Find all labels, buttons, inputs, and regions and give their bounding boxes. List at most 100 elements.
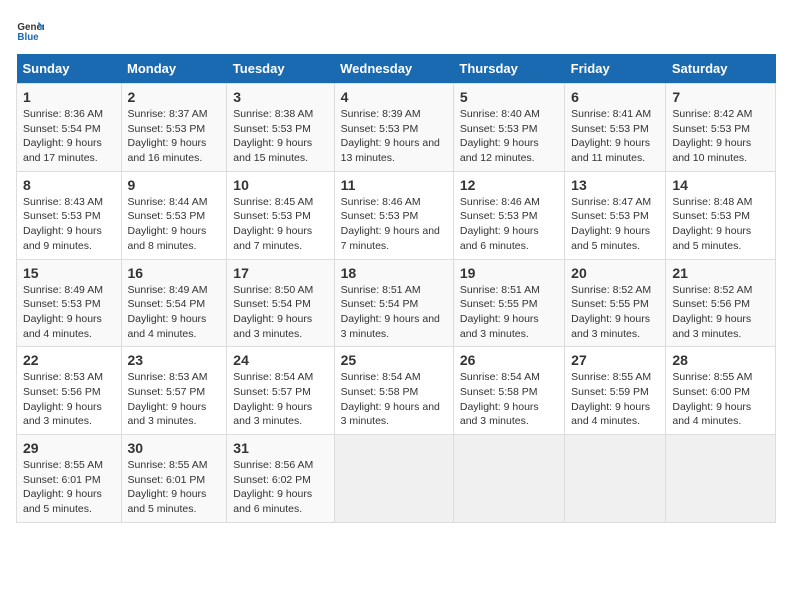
day-number: 9 [128,177,221,193]
calendar-cell: 7 Sunrise: 8:42 AM Sunset: 5:53 PM Dayli… [666,84,776,172]
day-number: 29 [23,440,115,456]
calendar-week-1: 1 Sunrise: 8:36 AM Sunset: 5:54 PM Dayli… [17,84,776,172]
day-info: Sunrise: 8:52 AM Sunset: 5:55 PM Dayligh… [571,283,659,342]
day-number: 13 [571,177,659,193]
calendar-cell: 4 Sunrise: 8:39 AM Sunset: 5:53 PM Dayli… [334,84,453,172]
day-info: Sunrise: 8:48 AM Sunset: 5:53 PM Dayligh… [672,195,769,254]
day-number: 18 [341,265,447,281]
day-number: 15 [23,265,115,281]
day-number: 14 [672,177,769,193]
svg-text:Blue: Blue [17,32,39,43]
calendar-cell [565,435,666,523]
day-number: 25 [341,352,447,368]
day-info: Sunrise: 8:55 AM Sunset: 5:59 PM Dayligh… [571,370,659,429]
day-info: Sunrise: 8:37 AM Sunset: 5:53 PM Dayligh… [128,107,221,166]
calendar-cell: 14 Sunrise: 8:48 AM Sunset: 5:53 PM Dayl… [666,171,776,259]
day-info: Sunrise: 8:55 AM Sunset: 6:01 PM Dayligh… [23,458,115,517]
day-info: Sunrise: 8:46 AM Sunset: 5:53 PM Dayligh… [460,195,558,254]
day-number: 22 [23,352,115,368]
calendar-cell: 11 Sunrise: 8:46 AM Sunset: 5:53 PM Dayl… [334,171,453,259]
col-header-monday: Monday [121,54,227,84]
day-number: 1 [23,89,115,105]
day-info: Sunrise: 8:40 AM Sunset: 5:53 PM Dayligh… [460,107,558,166]
calendar-cell: 26 Sunrise: 8:54 AM Sunset: 5:58 PM Dayl… [453,347,564,435]
calendar-cell: 29 Sunrise: 8:55 AM Sunset: 6:01 PM Dayl… [17,435,122,523]
day-info: Sunrise: 8:39 AM Sunset: 5:53 PM Dayligh… [341,107,447,166]
day-number: 4 [341,89,447,105]
day-info: Sunrise: 8:56 AM Sunset: 6:02 PM Dayligh… [233,458,327,517]
calendar-cell: 10 Sunrise: 8:45 AM Sunset: 5:53 PM Dayl… [227,171,334,259]
calendar-cell: 27 Sunrise: 8:55 AM Sunset: 5:59 PM Dayl… [565,347,666,435]
day-number: 11 [341,177,447,193]
calendar-cell: 28 Sunrise: 8:55 AM Sunset: 6:00 PM Dayl… [666,347,776,435]
calendar-table: SundayMondayTuesdayWednesdayThursdayFrid… [16,54,776,523]
calendar-cell: 30 Sunrise: 8:55 AM Sunset: 6:01 PM Dayl… [121,435,227,523]
calendar-cell: 1 Sunrise: 8:36 AM Sunset: 5:54 PM Dayli… [17,84,122,172]
day-number: 21 [672,265,769,281]
calendar-cell: 2 Sunrise: 8:37 AM Sunset: 5:53 PM Dayli… [121,84,227,172]
day-number: 12 [460,177,558,193]
calendar-cell: 15 Sunrise: 8:49 AM Sunset: 5:53 PM Dayl… [17,259,122,347]
calendar-cell: 21 Sunrise: 8:52 AM Sunset: 5:56 PM Dayl… [666,259,776,347]
day-number: 24 [233,352,327,368]
calendar-cell: 12 Sunrise: 8:46 AM Sunset: 5:53 PM Dayl… [453,171,564,259]
col-header-wednesday: Wednesday [334,54,453,84]
calendar-cell: 13 Sunrise: 8:47 AM Sunset: 5:53 PM Dayl… [565,171,666,259]
day-info: Sunrise: 8:54 AM Sunset: 5:58 PM Dayligh… [460,370,558,429]
col-header-saturday: Saturday [666,54,776,84]
day-info: Sunrise: 8:42 AM Sunset: 5:53 PM Dayligh… [672,107,769,166]
day-info: Sunrise: 8:53 AM Sunset: 5:57 PM Dayligh… [128,370,221,429]
col-header-tuesday: Tuesday [227,54,334,84]
calendar-week-3: 15 Sunrise: 8:49 AM Sunset: 5:53 PM Dayl… [17,259,776,347]
calendar-cell [334,435,453,523]
logo: General Blue [16,16,48,44]
day-number: 7 [672,89,769,105]
calendar-cell: 25 Sunrise: 8:54 AM Sunset: 5:58 PM Dayl… [334,347,453,435]
day-number: 19 [460,265,558,281]
day-info: Sunrise: 8:41 AM Sunset: 5:53 PM Dayligh… [571,107,659,166]
day-number: 27 [571,352,659,368]
day-info: Sunrise: 8:53 AM Sunset: 5:56 PM Dayligh… [23,370,115,429]
calendar-cell: 17 Sunrise: 8:50 AM Sunset: 5:54 PM Dayl… [227,259,334,347]
day-info: Sunrise: 8:44 AM Sunset: 5:53 PM Dayligh… [128,195,221,254]
calendar-cell: 3 Sunrise: 8:38 AM Sunset: 5:53 PM Dayli… [227,84,334,172]
day-info: Sunrise: 8:55 AM Sunset: 6:00 PM Dayligh… [672,370,769,429]
calendar-cell: 6 Sunrise: 8:41 AM Sunset: 5:53 PM Dayli… [565,84,666,172]
day-number: 3 [233,89,327,105]
day-number: 10 [233,177,327,193]
calendar-week-2: 8 Sunrise: 8:43 AM Sunset: 5:53 PM Dayli… [17,171,776,259]
calendar-cell [666,435,776,523]
day-number: 26 [460,352,558,368]
day-number: 30 [128,440,221,456]
day-info: Sunrise: 8:54 AM Sunset: 5:58 PM Dayligh… [341,370,447,429]
day-info: Sunrise: 8:52 AM Sunset: 5:56 PM Dayligh… [672,283,769,342]
calendar-week-4: 22 Sunrise: 8:53 AM Sunset: 5:56 PM Dayl… [17,347,776,435]
calendar-cell: 23 Sunrise: 8:53 AM Sunset: 5:57 PM Dayl… [121,347,227,435]
day-info: Sunrise: 8:55 AM Sunset: 6:01 PM Dayligh… [128,458,221,517]
calendar-cell: 9 Sunrise: 8:44 AM Sunset: 5:53 PM Dayli… [121,171,227,259]
col-header-sunday: Sunday [17,54,122,84]
day-info: Sunrise: 8:49 AM Sunset: 5:54 PM Dayligh… [128,283,221,342]
calendar-cell: 22 Sunrise: 8:53 AM Sunset: 5:56 PM Dayl… [17,347,122,435]
col-header-friday: Friday [565,54,666,84]
day-info: Sunrise: 8:49 AM Sunset: 5:53 PM Dayligh… [23,283,115,342]
day-info: Sunrise: 8:50 AM Sunset: 5:54 PM Dayligh… [233,283,327,342]
col-header-thursday: Thursday [453,54,564,84]
calendar-week-5: 29 Sunrise: 8:55 AM Sunset: 6:01 PM Dayl… [17,435,776,523]
calendar-cell: 19 Sunrise: 8:51 AM Sunset: 5:55 PM Dayl… [453,259,564,347]
calendar-cell [453,435,564,523]
day-info: Sunrise: 8:47 AM Sunset: 5:53 PM Dayligh… [571,195,659,254]
day-number: 20 [571,265,659,281]
logo-icon: General Blue [16,16,44,44]
calendar-cell: 31 Sunrise: 8:56 AM Sunset: 6:02 PM Dayl… [227,435,334,523]
calendar-cell: 8 Sunrise: 8:43 AM Sunset: 5:53 PM Dayli… [17,171,122,259]
header: General Blue [16,16,776,44]
day-info: Sunrise: 8:45 AM Sunset: 5:53 PM Dayligh… [233,195,327,254]
day-number: 2 [128,89,221,105]
day-number: 23 [128,352,221,368]
day-info: Sunrise: 8:51 AM Sunset: 5:55 PM Dayligh… [460,283,558,342]
calendar-cell: 5 Sunrise: 8:40 AM Sunset: 5:53 PM Dayli… [453,84,564,172]
day-number: 5 [460,89,558,105]
day-number: 31 [233,440,327,456]
calendar-cell: 16 Sunrise: 8:49 AM Sunset: 5:54 PM Dayl… [121,259,227,347]
